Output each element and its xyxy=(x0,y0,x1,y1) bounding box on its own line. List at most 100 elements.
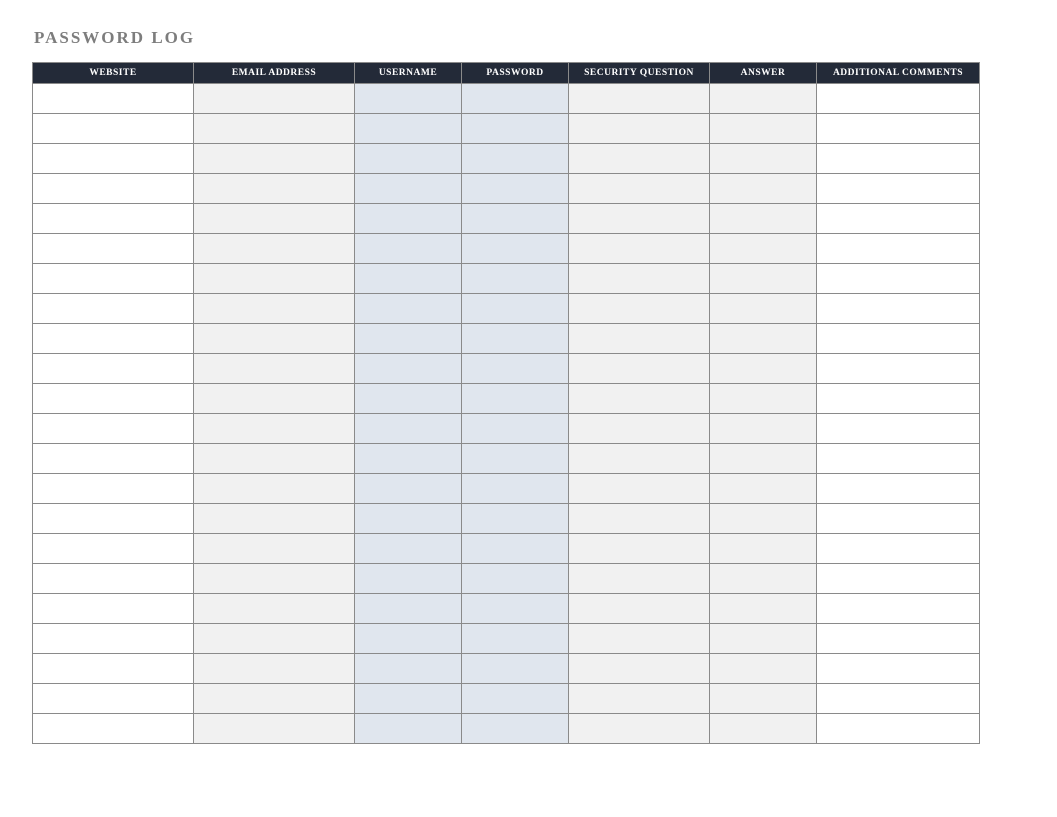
table-cell[interactable] xyxy=(462,564,569,594)
table-cell[interactable] xyxy=(462,324,569,354)
table-cell[interactable] xyxy=(710,624,817,654)
table-cell[interactable] xyxy=(710,654,817,684)
table-cell[interactable] xyxy=(33,534,194,564)
table-cell[interactable] xyxy=(569,624,710,654)
table-cell[interactable] xyxy=(194,174,355,204)
table-cell[interactable] xyxy=(569,474,710,504)
table-cell[interactable] xyxy=(569,204,710,234)
table-cell[interactable] xyxy=(817,324,980,354)
table-cell[interactable] xyxy=(462,534,569,564)
table-cell[interactable] xyxy=(817,114,980,144)
table-cell[interactable] xyxy=(462,294,569,324)
table-cell[interactable] xyxy=(569,534,710,564)
table-cell[interactable] xyxy=(33,264,194,294)
table-cell[interactable] xyxy=(462,654,569,684)
table-cell[interactable] xyxy=(355,474,462,504)
table-cell[interactable] xyxy=(194,714,355,744)
table-cell[interactable] xyxy=(462,144,569,174)
table-cell[interactable] xyxy=(462,714,569,744)
table-cell[interactable] xyxy=(462,444,569,474)
table-cell[interactable] xyxy=(462,594,569,624)
table-cell[interactable] xyxy=(817,654,980,684)
table-cell[interactable] xyxy=(710,534,817,564)
table-cell[interactable] xyxy=(355,174,462,204)
table-cell[interactable] xyxy=(33,144,194,174)
table-cell[interactable] xyxy=(710,324,817,354)
table-cell[interactable] xyxy=(462,234,569,264)
table-cell[interactable] xyxy=(462,114,569,144)
table-cell[interactable] xyxy=(462,384,569,414)
table-cell[interactable] xyxy=(355,294,462,324)
table-cell[interactable] xyxy=(355,444,462,474)
table-cell[interactable] xyxy=(569,264,710,294)
table-cell[interactable] xyxy=(194,384,355,414)
table-cell[interactable] xyxy=(569,684,710,714)
table-cell[interactable] xyxy=(33,324,194,354)
table-cell[interactable] xyxy=(33,114,194,144)
table-cell[interactable] xyxy=(462,264,569,294)
table-cell[interactable] xyxy=(355,324,462,354)
table-cell[interactable] xyxy=(194,84,355,114)
table-cell[interactable] xyxy=(33,234,194,264)
table-cell[interactable] xyxy=(33,504,194,534)
table-cell[interactable] xyxy=(355,594,462,624)
table-cell[interactable] xyxy=(33,354,194,384)
table-cell[interactable] xyxy=(194,144,355,174)
table-cell[interactable] xyxy=(33,594,194,624)
table-cell[interactable] xyxy=(462,474,569,504)
table-cell[interactable] xyxy=(710,714,817,744)
table-cell[interactable] xyxy=(33,84,194,114)
table-cell[interactable] xyxy=(569,414,710,444)
table-cell[interactable] xyxy=(194,684,355,714)
table-cell[interactable] xyxy=(194,264,355,294)
table-cell[interactable] xyxy=(817,384,980,414)
table-cell[interactable] xyxy=(33,654,194,684)
table-cell[interactable] xyxy=(462,204,569,234)
table-cell[interactable] xyxy=(817,234,980,264)
table-cell[interactable] xyxy=(462,84,569,114)
table-cell[interactable] xyxy=(817,714,980,744)
table-cell[interactable] xyxy=(194,294,355,324)
table-cell[interactable] xyxy=(710,504,817,534)
table-cell[interactable] xyxy=(194,204,355,234)
table-cell[interactable] xyxy=(33,714,194,744)
table-cell[interactable] xyxy=(462,174,569,204)
table-cell[interactable] xyxy=(569,714,710,744)
table-cell[interactable] xyxy=(569,174,710,204)
table-cell[interactable] xyxy=(355,504,462,534)
table-cell[interactable] xyxy=(569,354,710,384)
table-cell[interactable] xyxy=(817,534,980,564)
table-cell[interactable] xyxy=(569,324,710,354)
table-cell[interactable] xyxy=(33,444,194,474)
table-cell[interactable] xyxy=(817,204,980,234)
table-cell[interactable] xyxy=(569,144,710,174)
table-cell[interactable] xyxy=(710,294,817,324)
table-cell[interactable] xyxy=(194,624,355,654)
table-cell[interactable] xyxy=(194,324,355,354)
table-cell[interactable] xyxy=(817,84,980,114)
table-cell[interactable] xyxy=(710,474,817,504)
table-cell[interactable] xyxy=(710,684,817,714)
table-cell[interactable] xyxy=(817,564,980,594)
table-cell[interactable] xyxy=(817,624,980,654)
table-cell[interactable] xyxy=(355,654,462,684)
table-cell[interactable] xyxy=(33,414,194,444)
table-cell[interactable] xyxy=(33,564,194,594)
table-cell[interactable] xyxy=(817,144,980,174)
table-cell[interactable] xyxy=(355,414,462,444)
table-cell[interactable] xyxy=(569,84,710,114)
table-cell[interactable] xyxy=(194,474,355,504)
table-cell[interactable] xyxy=(355,114,462,144)
table-cell[interactable] xyxy=(710,264,817,294)
table-cell[interactable] xyxy=(817,504,980,534)
table-cell[interactable] xyxy=(462,414,569,444)
table-cell[interactable] xyxy=(569,504,710,534)
table-cell[interactable] xyxy=(569,234,710,264)
table-cell[interactable] xyxy=(462,684,569,714)
table-cell[interactable] xyxy=(710,144,817,174)
table-cell[interactable] xyxy=(355,204,462,234)
table-cell[interactable] xyxy=(817,264,980,294)
table-cell[interactable] xyxy=(355,354,462,384)
table-cell[interactable] xyxy=(817,174,980,204)
table-cell[interactable] xyxy=(33,384,194,414)
